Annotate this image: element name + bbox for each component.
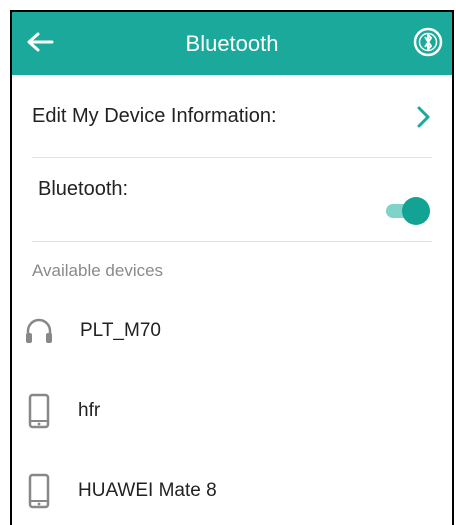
bluetooth-label: Bluetooth:: [38, 178, 129, 200]
back-button[interactable]: [22, 24, 58, 60]
device-name: HUAWEI Mate 8: [78, 480, 217, 501]
device-item[interactable]: PLT_M70: [24, 310, 432, 352]
device-item[interactable]: hfr: [28, 390, 432, 432]
phone-icon: [28, 473, 50, 509]
available-devices-label: Available devices: [32, 261, 164, 280]
edit-device-info-row[interactable]: Edit My Device Information:: [32, 94, 432, 139]
bluetooth-toggle[interactable]: [384, 197, 432, 226]
toggle-knob: [402, 197, 430, 226]
arrow-left-icon: [27, 32, 54, 52]
chevron-right-icon[interactable]: [416, 106, 432, 128]
page-title: Bluetooth: [185, 30, 279, 56]
divider: [32, 157, 432, 158]
bluetooth-screen: Bluetooth Edit My Device Information: Bl…: [10, 10, 454, 525]
edit-device-info-label: Edit My Device Information:: [32, 105, 277, 127]
top-bar: Bluetooth: [12, 12, 452, 75]
headphones-icon: [26, 318, 52, 343]
scan-button[interactable]: [410, 24, 446, 60]
bluetooth-toggle-row: Bluetooth:: [32, 172, 432, 228]
available-devices-header: Available devices: [32, 257, 432, 285]
phone-icon: [28, 393, 50, 429]
device-name: PLT_M70: [80, 320, 161, 341]
device-item[interactable]: HUAWEI Mate 8: [28, 470, 432, 512]
bluetooth-scan-icon: [413, 27, 443, 57]
divider: [32, 241, 432, 242]
device-name: hfr: [78, 400, 101, 421]
